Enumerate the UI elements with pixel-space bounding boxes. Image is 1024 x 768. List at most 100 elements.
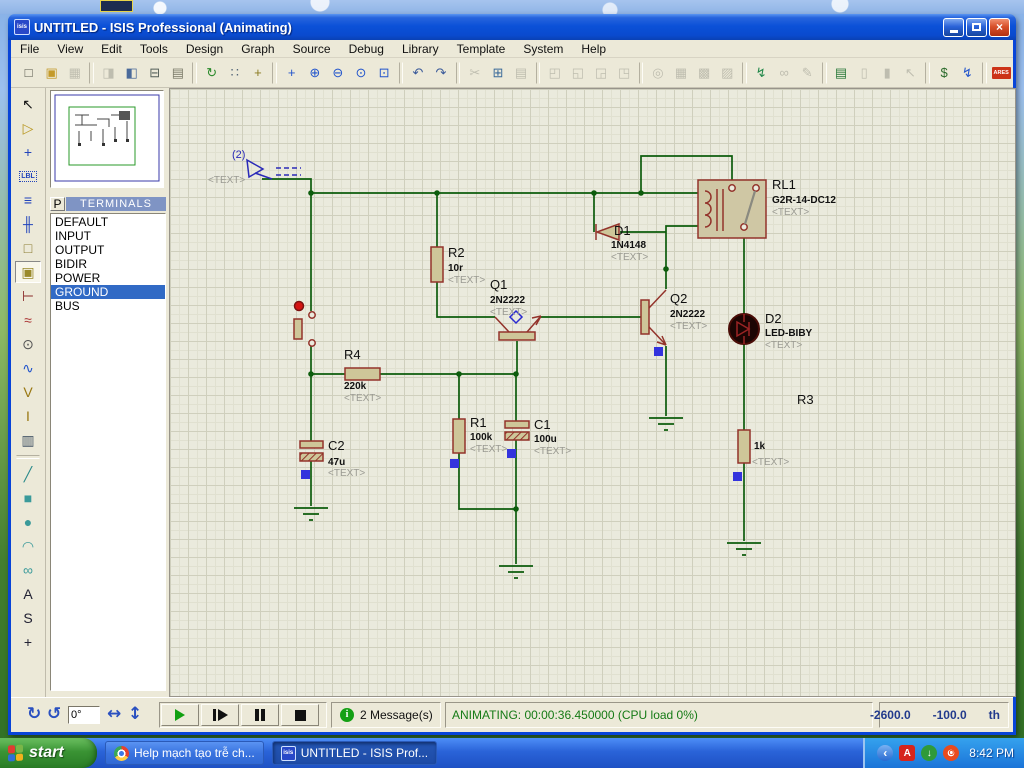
path-tool[interactable]: ∞ [15, 559, 41, 581]
transistor-q2[interactable] [641, 290, 666, 345]
stop-button[interactable] [281, 704, 319, 726]
grid-toggle-button[interactable]: ∷ [224, 61, 245, 84]
terminal-output[interactable]: OUTPUT [51, 243, 165, 257]
arc-tool[interactable]: ◠ [15, 535, 41, 557]
label-rl1-ref[interactable]: RL1 [772, 177, 796, 192]
pause-button[interactable] [241, 704, 279, 726]
search-tag-button[interactable]: ∞ [774, 61, 795, 84]
make-device-button[interactable]: ▦ [670, 61, 691, 84]
start-button[interactable]: start [0, 738, 97, 768]
open-folder-button[interactable]: ▣ [41, 61, 62, 84]
terminal-default[interactable]: DEFAULT [51, 215, 165, 229]
overview-pane[interactable] [50, 90, 164, 188]
zoom-in-button[interactable]: ⊕ [304, 61, 325, 84]
ares-netlist-button[interactable]: ARES [991, 61, 1012, 84]
label-d1-val[interactable]: 1N4148 [611, 240, 646, 251]
push-button[interactable] [294, 302, 315, 347]
label-c1-ref[interactable]: C1 [534, 417, 551, 432]
schematic-canvas[interactable]: (2) <TEXT> R2 10r <TEXT> Q1 2N2222 <TEXT… [169, 88, 1016, 697]
virtual-instruments-tool[interactable]: ▥ [15, 429, 41, 451]
property-assignment-button[interactable]: ✎ [797, 61, 818, 84]
menu-source[interactable]: Source [284, 40, 340, 58]
led-d2[interactable] [729, 314, 759, 344]
print-area-button[interactable]: ▤ [167, 61, 188, 84]
block-move-button[interactable]: ◱ [567, 61, 588, 84]
rotation-angle-input[interactable] [68, 706, 100, 724]
remove-sheet-button[interactable]: ▮ [877, 61, 898, 84]
relay-rl1[interactable] [698, 180, 766, 238]
label-r1-ref[interactable]: R1 [470, 415, 487, 430]
label-d2-ref[interactable]: D2 [765, 311, 782, 326]
menu-debug[interactable]: Debug [340, 40, 393, 58]
import-section-button[interactable]: ◨ [98, 61, 119, 84]
label-c1-val[interactable]: 100u [534, 434, 557, 445]
marker-tool[interactable]: + [15, 631, 41, 653]
capacitor-c2[interactable] [300, 441, 323, 461]
text-tool[interactable]: A [15, 583, 41, 605]
label-c2-ref[interactable]: C2 [328, 438, 345, 453]
label-r2-val[interactable]: 10r [448, 263, 463, 274]
save-button[interactable]: ▦ [64, 61, 85, 84]
flip-vertical-icon[interactable]: ↕ [128, 704, 142, 724]
label-d1-ref[interactable]: D1 [614, 223, 631, 238]
block-delete-button[interactable]: ◳ [614, 61, 635, 84]
device-pin-tool[interactable]: ⊢ [15, 285, 41, 307]
capacitor-c1[interactable] [505, 421, 529, 440]
electrical-check-button[interactable]: ↯ [957, 61, 978, 84]
cut-button[interactable]: ✂ [464, 61, 485, 84]
idm-icon[interactable]: ↓ [921, 745, 937, 761]
label-q1-val[interactable]: 2N2222 [490, 295, 525, 306]
line-tool[interactable]: ╱ [15, 463, 41, 485]
decompose-button[interactable]: ▨ [717, 61, 738, 84]
taskbar-task-isis[interactable]: isis UNTITLED - ISIS Prof... [272, 741, 437, 765]
adobe-reader-icon[interactable]: A [899, 745, 915, 761]
label-c2-val[interactable]: 47u [328, 457, 345, 468]
menu-library[interactable]: Library [393, 40, 448, 58]
design-explorer-button[interactable]: ▤ [831, 61, 852, 84]
menu-view[interactable]: View [48, 40, 92, 58]
redo-button[interactable]: ↷ [430, 61, 451, 84]
zoom-area-button[interactable]: ⊡ [374, 61, 395, 84]
menu-file[interactable]: File [11, 40, 48, 58]
menu-system[interactable]: System [514, 40, 572, 58]
menu-tools[interactable]: Tools [131, 40, 177, 58]
opera-icon[interactable]: O [943, 745, 959, 761]
print-button[interactable]: ⊟ [144, 61, 165, 84]
block-rotate-button[interactable]: ◲ [590, 61, 611, 84]
zoom-all-button[interactable]: ⊙ [350, 61, 371, 84]
label-d2-val[interactable]: LED-BIBY [765, 328, 812, 339]
menu-edit[interactable]: Edit [92, 40, 131, 58]
graph-tool[interactable]: ≈ [15, 309, 41, 331]
text-script-tool[interactable]: ≡ [15, 189, 41, 211]
zoom-out-button[interactable]: ⊖ [327, 61, 348, 84]
minimize-button[interactable] [943, 18, 964, 37]
subcircuit-tool[interactable]: □ [15, 237, 41, 259]
buses-tool[interactable]: ╫ [15, 213, 41, 235]
circle-tool[interactable]: ● [15, 511, 41, 533]
resistor-r4[interactable] [345, 368, 380, 380]
rotate-cw-icon[interactable]: ↻ [27, 704, 41, 724]
flip-horizontal-icon[interactable]: ↔ [107, 704, 121, 724]
new-sheet-button[interactable]: ▯ [854, 61, 875, 84]
current-probe-tool[interactable]: I [15, 405, 41, 427]
tape-recorder-tool[interactable]: ⊙ [15, 333, 41, 355]
block-copy-button[interactable]: ◰ [544, 61, 565, 84]
label-q1-ref[interactable]: Q1 [490, 277, 507, 292]
pick-devices-button[interactable]: P [50, 197, 65, 211]
label-q2-ref[interactable]: Q2 [670, 291, 687, 306]
export-section-button[interactable]: ◧ [121, 61, 142, 84]
play-button[interactable] [161, 704, 199, 726]
resistor-r3[interactable] [738, 430, 750, 463]
undo-button[interactable]: ↶ [407, 61, 428, 84]
terminal-bus[interactable]: BUS [51, 299, 165, 313]
step-button[interactable] [201, 704, 239, 726]
generator-tool[interactable]: ∿ [15, 357, 41, 379]
label-r4-ref[interactable]: R4 [344, 347, 361, 362]
taskbar-task-browser[interactable]: Help mạch tạo trễ ch... [105, 741, 264, 765]
copy-button[interactable]: ⊞ [487, 61, 508, 84]
terminal-input[interactable]: INPUT [51, 229, 165, 243]
maximize-button[interactable] [966, 18, 987, 37]
wire-label-tool[interactable]: LBL [15, 165, 41, 187]
wire-autorouter-button[interactable]: ↯ [751, 61, 772, 84]
label-r2-ref[interactable]: R2 [448, 245, 465, 260]
